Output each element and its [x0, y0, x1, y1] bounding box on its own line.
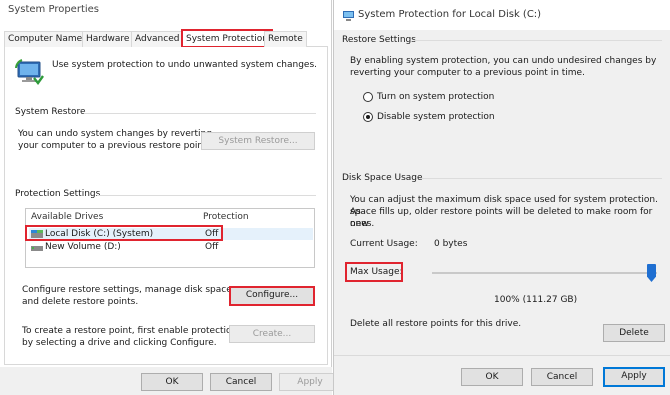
max-usage-slider-thumb[interactable] [647, 264, 656, 282]
intro-text: Use system protection to undo unwanted s… [52, 60, 317, 70]
restore-description-1: By enabling system protection, you can u… [350, 56, 657, 66]
section-divider [84, 113, 316, 114]
radio-turn-on-label[interactable]: Turn on system protection [377, 91, 494, 103]
dialog-title: System Protection for Local Disk (C:) [358, 9, 542, 20]
system-protection-dialog: System Protection for Local Disk (C:) Re… [333, 0, 670, 395]
system-protection-icon [14, 58, 44, 86]
hard-drive-icon [31, 242, 43, 252]
apply-button[interactable]: Apply [603, 367, 665, 387]
create-button[interactable]: Create... [229, 325, 315, 343]
section-divider [414, 40, 662, 41]
delete-text: Delete all restore points for this drive… [350, 319, 522, 329]
drive-row-d[interactable]: New Volume (D:) Off [29, 241, 313, 253]
section-divider [97, 195, 316, 196]
disk-space-description-2: space fills up, older restore points wil… [350, 207, 653, 229]
tab-strip: Computer Name Hardware Advanced System P… [4, 29, 328, 48]
section-divider [420, 178, 662, 179]
system-restore-heading: System Restore [15, 107, 86, 117]
tab-remote[interactable]: Remote [264, 31, 307, 47]
create-text-1: To create a restore point, first enable … [22, 326, 238, 336]
configure-button[interactable]: Configure... [229, 286, 315, 306]
footer-divider [334, 355, 670, 356]
radio-disable[interactable] [363, 112, 373, 122]
configure-text-2: and delete restore points. [22, 297, 139, 307]
system-protection-icon [342, 9, 355, 22]
delete-button[interactable]: Delete [603, 324, 665, 342]
configure-text-1: Configure restore settings, manage disk … [22, 285, 235, 295]
max-usage-value: 100% (111.27 GB) [494, 295, 578, 305]
tab-advanced[interactable]: Advanced [131, 31, 184, 47]
drive-name: New Volume (D:) [45, 242, 121, 252]
highlight-box [345, 262, 403, 282]
current-usage-value: 0 bytes [434, 239, 468, 249]
drive-protection-status: Off [205, 242, 219, 252]
highlight-box [25, 225, 223, 241]
disk-space-heading: Disk Space Usage [342, 173, 423, 183]
system-restore-text-2: your computer to a previous restore poin… [18, 141, 210, 151]
ok-button[interactable]: OK [461, 368, 523, 386]
protection-settings-heading: Protection Settings [15, 189, 101, 199]
disk-space-description-3: ones. [350, 219, 375, 229]
cancel-button[interactable]: Cancel [210, 373, 272, 391]
window-title: System Properties [8, 4, 100, 15]
max-usage-slider-track[interactable] [432, 272, 657, 274]
system-restore-text-1: You can undo system changes by reverting [18, 129, 212, 139]
tab-computer-name[interactable]: Computer Name [4, 31, 87, 47]
apply-button[interactable]: Apply [279, 373, 341, 391]
restore-description-2: reverting your computer to a previous po… [350, 68, 585, 78]
radio-turn-on[interactable] [363, 92, 373, 102]
column-header-drives[interactable]: Available Drives [31, 212, 103, 222]
radio-disable-label[interactable]: Disable system protection [377, 111, 495, 123]
tab-panel [4, 47, 328, 365]
system-properties-window: System Properties Computer Name Hardware… [0, 0, 341, 395]
cancel-button[interactable]: Cancel [531, 368, 593, 386]
tab-hardware[interactable]: Hardware [82, 31, 134, 47]
system-restore-button[interactable]: System Restore... [201, 132, 315, 150]
create-text-2: by selecting a drive and clicking Config… [22, 338, 217, 348]
column-header-protection[interactable]: Protection [203, 212, 249, 222]
current-usage-label: Current Usage: [350, 239, 418, 249]
restore-settings-heading: Restore Settings [342, 35, 416, 45]
tab-system-protection[interactable]: System Protection [181, 29, 273, 48]
ok-button[interactable]: OK [141, 373, 203, 391]
